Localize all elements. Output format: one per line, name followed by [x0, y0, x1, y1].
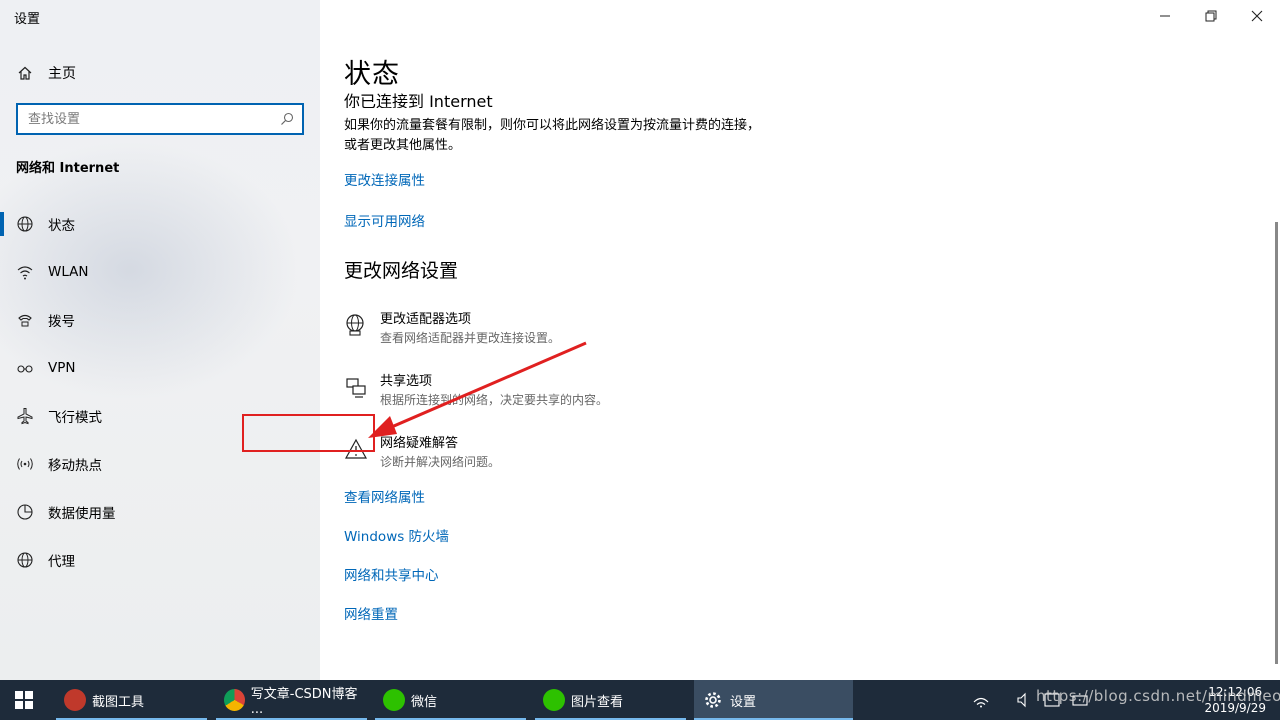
hotspot-icon — [16, 455, 34, 473]
wechat-icon — [543, 689, 565, 711]
proxy-globe-icon — [16, 551, 34, 569]
restore-button[interactable] — [1188, 0, 1234, 32]
wifi-tray-icon[interactable] — [972, 692, 990, 708]
section-title: 网络和 Internet — [16, 161, 120, 176]
home-nav-item[interactable]: 主页 — [16, 62, 76, 84]
view-network-properties-link[interactable]: 查看网络属性 — [344, 486, 425, 506]
annotation-box — [242, 414, 375, 452]
search-input[interactable] — [28, 111, 268, 127]
watermark: https://blog.csdn.net/mindmeoix — [1036, 687, 1280, 705]
sidebar-nav: 状态 WLAN 拨号 VPN 飞行模式 移动热点 数据使用量 代理 — [0, 200, 320, 584]
airplane-icon — [16, 407, 34, 425]
wechat-icon — [383, 689, 405, 711]
scrollbar[interactable] — [1275, 222, 1278, 664]
sidebar-item-label: 代理 — [48, 554, 75, 570]
home-label: 主页 — [48, 66, 76, 82]
close-icon — [1251, 10, 1263, 22]
globe-status-icon — [16, 215, 34, 233]
home-icon — [16, 64, 34, 82]
sidebar-item-label: 拨号 — [48, 314, 75, 330]
search-box[interactable] — [16, 103, 304, 135]
gear-icon — [705, 692, 721, 708]
window-title: 设置 — [14, 12, 41, 27]
taskbar-app-label: 设置 — [730, 694, 757, 710]
search-icon[interactable] — [280, 112, 294, 126]
change-connection-properties-link[interactable]: 更改连接属性 — [344, 169, 425, 189]
minimize-button[interactable] — [1142, 0, 1188, 32]
sidebar-item-label: 数据使用量 — [48, 506, 116, 522]
network-sharing-center-link[interactable]: 网络和共享中心 — [344, 564, 439, 584]
sidebar-item-label: 状态 — [48, 218, 75, 234]
taskbar-app-chrome[interactable]: 写文章-CSDN博客 ... — [216, 680, 367, 720]
annotation-arrow-icon — [368, 341, 587, 438]
close-button[interactable] — [1234, 0, 1280, 32]
sidebar-item-label: WLAN — [48, 264, 89, 280]
vpn-icon — [16, 359, 34, 377]
option-title: 更改适配器选项 — [380, 312, 472, 327]
taskbar-app-label: 微信 — [411, 694, 438, 710]
sidebar-item-status[interactable]: 状态 — [0, 200, 320, 248]
page-title: 状态 — [344, 59, 400, 90]
sidebar-item-proxy[interactable]: 代理 — [0, 536, 320, 584]
sidebar-item-label: 移动热点 — [48, 458, 102, 474]
windows-logo-icon — [15, 691, 33, 709]
sidebar-item-data-usage[interactable]: 数据使用量 — [0, 488, 320, 536]
taskbar-app-settings[interactable]: 设置 — [694, 680, 853, 720]
sidebar-item-dialup[interactable]: 拨号 — [0, 296, 320, 344]
connection-status-text: 你已连接到 Internet — [344, 92, 493, 108]
wifi-icon — [16, 263, 34, 281]
adapter-globe-icon — [346, 314, 364, 336]
dialup-icon — [16, 311, 34, 329]
taskbar-app-label: 截图工具 — [92, 694, 145, 710]
windows-firewall-link[interactable]: Windows 防火墙 — [344, 525, 449, 545]
show-available-networks-link[interactable]: 显示可用网络 — [344, 210, 425, 230]
taskbar-app-label: 图片查看 — [571, 694, 624, 710]
taskbar-app-label: 写文章-CSDN博客 ... — [250, 687, 358, 717]
data-usage-icon — [16, 503, 34, 521]
sidebar: 设置 主页 网络和 Internet 状态 WLAN 拨号 — [0, 0, 320, 680]
minimize-icon — [1160, 15, 1170, 17]
taskbar-app-snipping[interactable]: 截图工具 — [56, 680, 207, 720]
sidebar-item-label: 飞行模式 — [48, 410, 102, 426]
restore-icon — [1205, 10, 1217, 22]
option-desc: 诊断并解决网络问题。 — [380, 455, 501, 469]
sidebar-item-label: VPN — [48, 360, 76, 376]
network-reset-link[interactable]: 网络重置 — [344, 603, 398, 623]
start-button[interactable] — [0, 680, 48, 720]
info-text: 如果你的流量套餐有限制，则你可以将此网络设置为按流量计费的连接，或者更改其他属性… — [344, 118, 761, 153]
sidebar-item-wlan[interactable]: WLAN — [0, 248, 320, 296]
sidebar-item-vpn[interactable]: VPN — [0, 344, 320, 392]
section-heading: 更改网络设置 — [344, 260, 459, 282]
snipping-tool-icon — [64, 689, 86, 711]
taskbar-app-wechat[interactable]: 微信 — [375, 680, 526, 720]
volume-icon[interactable] — [1016, 692, 1032, 708]
taskbar-app-image-viewer[interactable]: 图片查看 — [535, 680, 686, 720]
chrome-icon — [224, 689, 245, 711]
